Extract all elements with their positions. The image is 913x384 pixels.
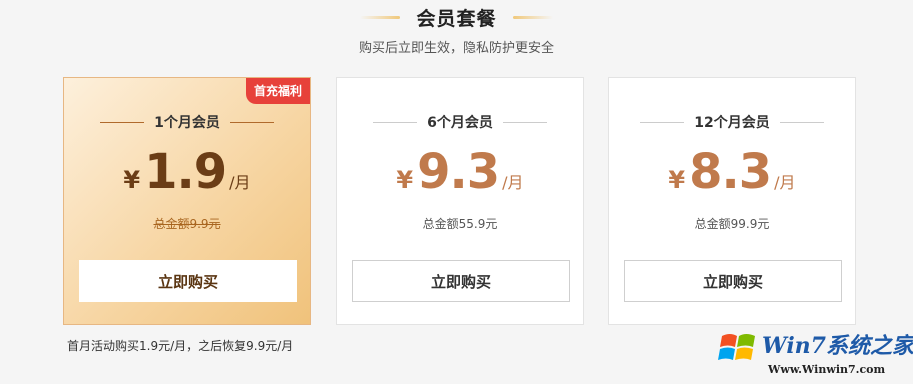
title-row: 会员套餐 — [0, 4, 913, 31]
plan-card-1-month[interactable]: 首充福利 1个月会员 ¥ 1.9 /月 总金额9.9元 立即购买 — [63, 77, 311, 325]
plan-name: 1个月会员 — [154, 115, 220, 131]
total-price: 总金额55.9元 — [422, 217, 498, 231]
plan-name-divider-left — [373, 121, 418, 123]
currency-symbol: ¥ — [668, 166, 686, 194]
monthly-price: 1.9 — [144, 144, 227, 200]
plan-name-row: 1个月会员 — [64, 112, 310, 132]
price-unit: /月 — [229, 173, 251, 192]
plan-name-divider-right — [229, 121, 274, 123]
currency-symbol: ¥ — [396, 166, 414, 194]
windows-logo-icon — [718, 334, 755, 360]
price-unit: /月 — [502, 173, 524, 192]
price-row: ¥ 8.3 /月 — [609, 144, 855, 200]
plan-name-row: 6个月会员 — [337, 112, 583, 132]
total-price: 总金额99.9元 — [694, 217, 770, 231]
monthly-price: 8.3 — [689, 144, 772, 200]
price-row: ¥ 9.3 /月 — [337, 144, 583, 200]
buy-now-button[interactable]: 立即购买 — [352, 260, 570, 302]
plan-name-row: 12个月会员 — [609, 112, 855, 132]
promotion-note: 首月活动购买1.9元/月，之后恢复9.9元/月 — [67, 339, 294, 353]
currency-symbol: ¥ — [123, 166, 141, 194]
page-subtitle: 购买后立即生效，隐私防护更安全 — [358, 41, 554, 56]
title-decoration-left — [360, 16, 401, 19]
plan-name-divider-right — [502, 121, 547, 123]
plan-name: 12个月会员 — [694, 115, 770, 131]
plan-name: 6个月会员 — [427, 115, 493, 131]
watermark-brand: Win7系统之家 — [762, 333, 913, 359]
plan-card-6-month[interactable]: 6个月会员 ¥ 9.3 /月 总金额55.9元 立即购买 — [336, 77, 584, 325]
plan-name-divider-right — [779, 121, 824, 123]
price-unit: /月 — [774, 173, 796, 192]
site-watermark: Win7系统之家 Www.Winwin7.com — [716, 322, 913, 384]
price-row: ¥ 1.9 /月 — [64, 144, 310, 200]
plan-name-divider-left — [100, 121, 145, 123]
monthly-price: 9.3 — [417, 144, 500, 200]
title-decoration-right — [512, 16, 553, 19]
watermark-url: Www.Winwin7.com — [768, 363, 886, 376]
plan-name-divider-left — [640, 121, 685, 123]
first-charge-badge: 首充福利 — [245, 78, 310, 104]
buy-now-button[interactable]: 立即购买 — [79, 260, 297, 302]
buy-now-button[interactable]: 立即购买 — [624, 260, 842, 302]
page-title: 会员套餐 — [416, 8, 497, 30]
plan-card-12-month[interactable]: 12个月会员 ¥ 8.3 /月 总金额99.9元 立即购买 — [608, 77, 856, 325]
original-total-price: 总金额9.9元 — [153, 217, 221, 231]
